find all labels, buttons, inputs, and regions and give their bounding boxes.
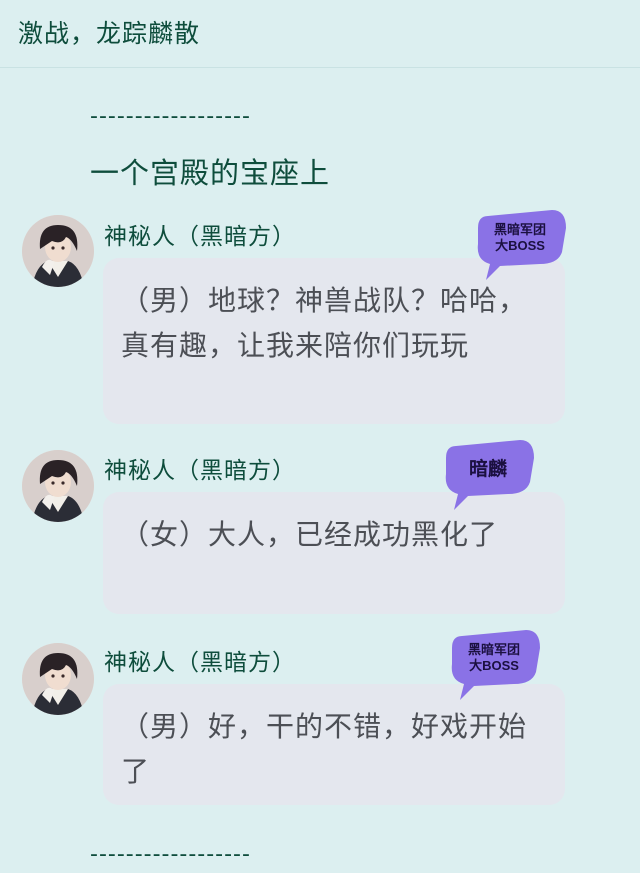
chapter-title: 激战，龙踪麟散 [18,19,201,48]
sender-name: 神秘人（黑暗方） [104,224,296,250]
message-bubble[interactable]: （男）好，干的不错，好戏开始了 [103,684,565,805]
chapter-header: 激战，龙踪麟散 [0,0,640,68]
badge-label-line1: 黑暗军团 [493,222,546,237]
sender-name: 神秘人（黑暗方） [104,458,296,484]
badge-label-line1: 黑暗军团 [467,642,520,657]
avatar[interactable] [22,450,94,522]
badge-label-line2: 大BOSS [469,658,519,673]
role-badge: 暗麟 [438,438,538,512]
role-badge: 黑暗军团 大BOSS [470,208,570,282]
divider-bottom: ------------------ [90,842,251,867]
badge-label-line2: 大BOSS [495,238,545,253]
message-bubble[interactable]: （男）地球？神兽战队？哈哈，真有趣，让我来陪你们玩玩 [103,258,565,424]
avatar[interactable] [22,215,94,287]
scene-description: 一个宫殿的宝座上 [90,156,331,190]
avatar[interactable] [22,643,94,715]
divider-top: ------------------ [90,104,251,129]
role-badge: 黑暗军团 大BOSS [444,628,544,702]
sender-name: 神秘人（黑暗方） [104,650,296,676]
badge-label-line1: 暗麟 [468,459,507,480]
